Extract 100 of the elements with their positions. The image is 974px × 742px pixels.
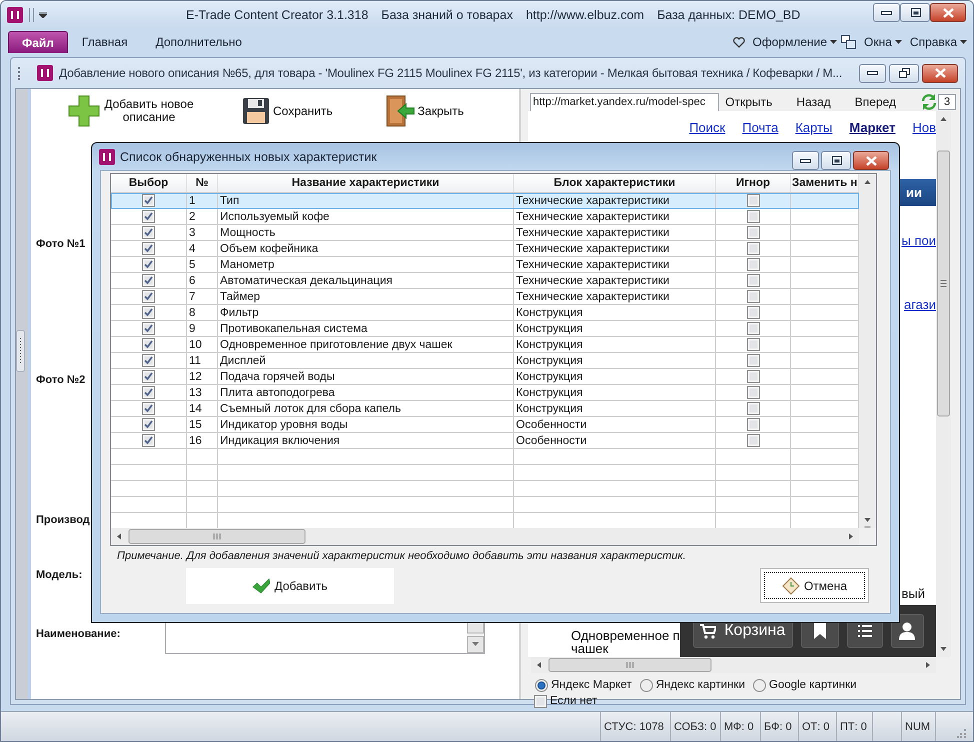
checkbox[interactable] xyxy=(534,694,547,708)
table-cell: Конструкция xyxy=(516,322,583,334)
table-row[interactable]: 10 Одновременное приготовление двух чашек Конструкция xyxy=(111,337,859,353)
page-link[interactable]: ы пои xyxy=(902,233,936,248)
checkbox[interactable] xyxy=(142,306,155,319)
table-cell: Конструкция xyxy=(516,402,583,414)
minimize-button[interactable] xyxy=(859,64,886,82)
checkbox[interactable] xyxy=(142,274,155,287)
close-button[interactable] xyxy=(853,151,889,170)
maximize-button[interactable] xyxy=(821,151,851,170)
checkbox[interactable] xyxy=(746,210,760,223)
checkbox[interactable] xyxy=(746,274,760,287)
checkbox[interactable] xyxy=(746,322,760,335)
table-row[interactable]: 8 Фильтр Конструкция xyxy=(111,305,859,321)
table-row[interactable]: 3 Мощность Технические характеристики xyxy=(111,225,859,241)
checkbox[interactable] xyxy=(746,418,760,431)
checkbox[interactable] xyxy=(746,402,760,415)
vertical-scrollbar[interactable] xyxy=(859,174,876,528)
checkbox[interactable] xyxy=(746,226,760,239)
menu-button[interactable]: Оформление xyxy=(752,35,838,49)
checkbox[interactable] xyxy=(746,338,760,351)
checkbox[interactable] xyxy=(746,370,760,383)
checkbox[interactable] xyxy=(142,386,155,399)
toolbar-button[interactable]: Добавить новое описание xyxy=(67,94,194,128)
checkbox[interactable] xyxy=(142,242,155,255)
checkbox[interactable] xyxy=(142,258,155,271)
column-header: Заменить н xyxy=(792,177,858,189)
menu-button[interactable]: Справка xyxy=(910,35,967,49)
table-row[interactable]: 7 Таймер Технические характеристики xyxy=(111,289,859,305)
table-row[interactable]: 1 Тип Технические характеристики xyxy=(111,193,859,209)
nav-link[interactable]: Маркет xyxy=(849,120,896,135)
table-cell: 15 xyxy=(189,418,202,430)
checkbox[interactable] xyxy=(746,306,760,319)
nav-link[interactable]: Карты xyxy=(795,120,832,135)
horizontal-scrollbar[interactable] xyxy=(111,528,859,545)
nav-link[interactable]: Нов xyxy=(912,120,936,135)
vertical-scrollbar[interactable] xyxy=(467,622,484,653)
minimize-button[interactable] xyxy=(873,3,900,22)
ribbon-tab[interactable]: Главная xyxy=(68,31,142,53)
checkbox[interactable] xyxy=(142,226,155,239)
checkbox[interactable] xyxy=(746,242,760,255)
checkbox[interactable] xyxy=(142,338,155,351)
table-row[interactable]: 2 Используемый кофе Технические характеристики xyxy=(111,209,859,225)
refresh-icon[interactable] xyxy=(920,93,938,111)
checkbox[interactable] xyxy=(746,290,760,303)
table-row[interactable]: 4 Объем кофейника Технические характеристики xyxy=(111,241,859,257)
restore-button[interactable] xyxy=(889,64,919,82)
minimize-button[interactable] xyxy=(792,151,819,170)
maximize-button[interactable] xyxy=(900,3,930,22)
caret-icon xyxy=(960,40,967,44)
checkbox[interactable] xyxy=(142,290,155,303)
text-area[interactable] xyxy=(165,621,485,654)
ribbon-tab[interactable]: Файл xyxy=(8,31,68,53)
user-icon xyxy=(899,622,916,640)
radio-button[interactable] xyxy=(640,678,653,692)
user-button[interactable] xyxy=(890,614,924,648)
page-link[interactable]: агази xyxy=(904,297,936,312)
ribbon-tab[interactable]: Дополнительно xyxy=(142,31,256,53)
table-row[interactable]: 11 Дисплей Конструкция xyxy=(111,353,859,369)
radio-button[interactable] xyxy=(535,678,548,692)
checkbox[interactable] xyxy=(142,194,155,207)
table-row[interactable]: 13 Плита автоподогрева Конструкция xyxy=(111,385,859,401)
checkbox[interactable] xyxy=(746,386,760,399)
cancel-button[interactable]: Отмена xyxy=(760,568,869,603)
checkbox[interactable] xyxy=(746,258,760,271)
table-row[interactable]: 6 Автоматическая декальцинация Технические характеристики xyxy=(111,273,859,289)
checkbox[interactable] xyxy=(142,402,155,415)
table-row[interactable]: 9 Противокапельная система Конструкция xyxy=(111,321,859,337)
menu-button[interactable]: Окна xyxy=(864,35,902,49)
toolbar-button[interactable]: Закрыть xyxy=(384,95,464,127)
checkbox[interactable] xyxy=(142,354,155,367)
nav-link[interactable]: Почта xyxy=(742,120,778,135)
close-button[interactable] xyxy=(930,3,966,22)
checkbox[interactable] xyxy=(746,354,760,367)
checkbox[interactable] xyxy=(142,210,155,223)
table-row[interactable]: 5 Манометр Технические характеристики xyxy=(111,257,859,273)
nav-link[interactable]: Поиск xyxy=(689,120,726,135)
checkbox[interactable] xyxy=(142,434,155,447)
browser-button[interactable]: Открыть xyxy=(725,95,772,109)
checkbox[interactable] xyxy=(746,194,760,207)
splitter-handle[interactable] xyxy=(16,330,25,372)
radio-label: Яндекс Маркет xyxy=(551,679,632,691)
table-cell: 3 xyxy=(189,226,196,238)
browser-button[interactable]: Вперед xyxy=(854,95,896,109)
url-field[interactable]: http://market.yandex.ru/model-spec xyxy=(530,92,720,112)
browser-button[interactable]: Назад xyxy=(796,95,831,109)
table-row[interactable]: 12 Подача горячей воды Конструкция xyxy=(111,369,859,385)
checkbox[interactable] xyxy=(142,322,155,335)
checkbox[interactable] xyxy=(142,418,155,431)
caret-icon[interactable] xyxy=(39,12,47,18)
checkbox[interactable] xyxy=(142,370,155,383)
add-button[interactable]: Добавить xyxy=(186,568,394,604)
windows-icon xyxy=(841,35,856,49)
table-row[interactable]: 15 Индикатор уровня воды Особенности xyxy=(111,417,859,433)
radio-button[interactable] xyxy=(753,678,766,692)
table-row[interactable]: 16 Индикация включения Особенности xyxy=(111,433,859,449)
checkbox[interactable] xyxy=(746,434,760,447)
toolbar-button[interactable]: Сохранить xyxy=(242,97,333,125)
table-row[interactable]: 14 Съемный лоток для сбора капель Конструкция xyxy=(111,401,859,417)
close-button[interactable] xyxy=(922,64,958,82)
